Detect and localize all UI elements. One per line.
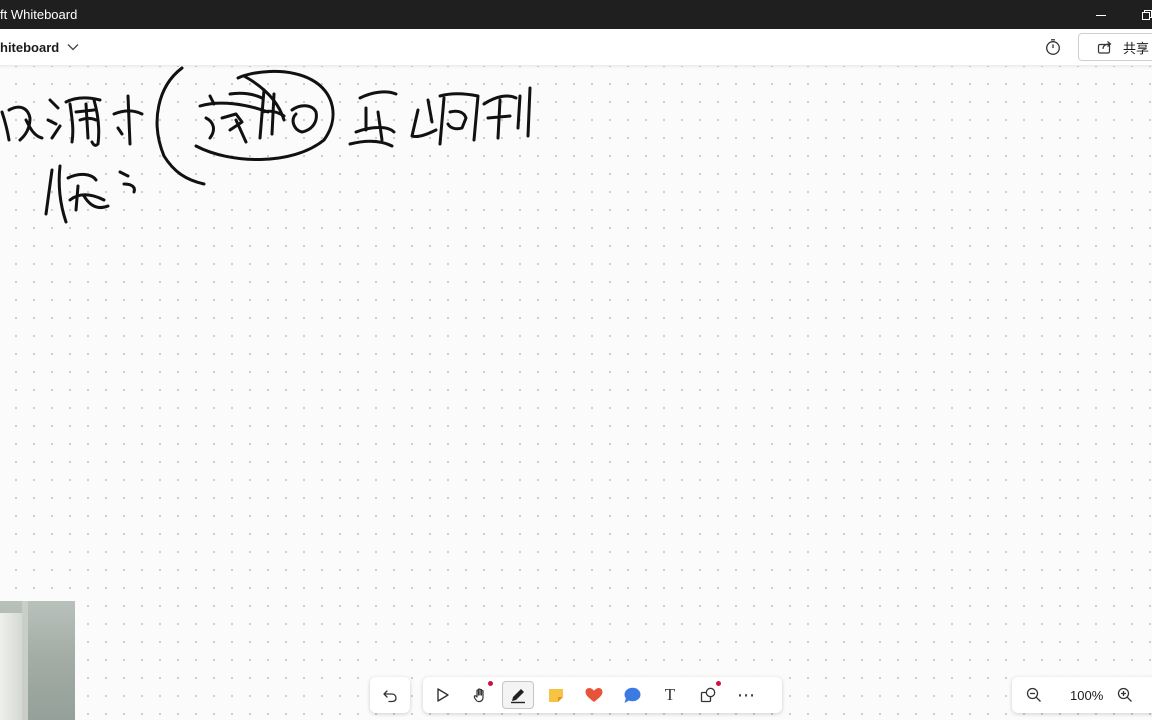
notification-dot <box>716 681 721 686</box>
hand-tool[interactable] <box>464 681 496 709</box>
app-header: hiteboard 共享 <box>0 29 1152 66</box>
share-icon <box>1097 40 1113 54</box>
sticky-note-tool[interactable] <box>540 681 572 709</box>
heart-icon <box>585 688 603 702</box>
select-icon <box>437 688 449 702</box>
zoom-in-button[interactable] <box>1117 687 1133 703</box>
share-button[interactable]: 共享 <box>1078 33 1152 61</box>
timer-icon <box>1046 39 1060 55</box>
chevron-down-icon <box>67 43 79 51</box>
select-tool[interactable] <box>426 681 458 709</box>
text-tool[interactable]: T <box>654 681 686 709</box>
board-name-dropdown[interactable]: hiteboard <box>0 29 79 65</box>
zoom-out-button[interactable] <box>1026 687 1042 703</box>
text-icon: T <box>664 685 676 704</box>
undo-icon <box>383 690 397 703</box>
zoom-level: 100% <box>1070 687 1104 703</box>
drawing-toolbar: T ⋯ <box>423 677 782 713</box>
webcam-background-frame <box>22 601 28 720</box>
comment-icon <box>624 687 641 703</box>
notification-dot <box>488 681 493 686</box>
undo-toolbar <box>370 677 410 713</box>
pen-icon <box>511 689 525 704</box>
zoom-out-icon <box>1026 687 1041 702</box>
timer-button[interactable] <box>1042 36 1064 58</box>
webcam-overlay <box>0 601 75 720</box>
share-label: 共享 <box>1123 40 1150 56</box>
shapes-tool[interactable] <box>692 681 724 709</box>
webcam-background-door <box>0 613 22 720</box>
undo-button[interactable] <box>374 681 406 709</box>
more-icon: ⋯ <box>737 684 755 705</box>
comment-tool[interactable] <box>616 681 648 709</box>
sticky-note-icon <box>549 689 563 702</box>
more-button[interactable]: ⋯ <box>730 681 762 709</box>
reaction-tool[interactable] <box>578 681 610 709</box>
board-name-label: hiteboard <box>0 39 60 55</box>
zoom-controls: 100% <box>1012 677 1152 713</box>
zoom-in-icon <box>1118 687 1133 702</box>
shapes-icon <box>700 687 716 703</box>
handwriting-ink <box>0 66 532 224</box>
hand-icon <box>473 688 484 703</box>
pen-tool[interactable] <box>502 681 534 709</box>
